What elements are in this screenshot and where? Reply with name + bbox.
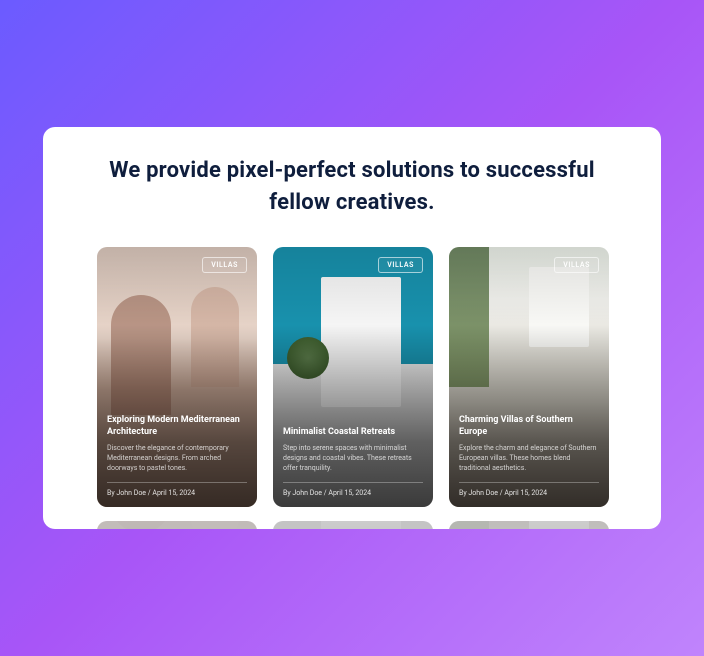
card-content: Exploring Modern Mediterranean Architect… — [107, 415, 247, 497]
villa-card-reflection: VILLAS — [273, 521, 433, 529]
villa-card[interactable]: VILLAS Exploring Modern Mediterranean Ar… — [97, 247, 257, 507]
card-title: Minimalist Coastal Retreats — [283, 427, 423, 439]
page-headline: We provide pixel-perfect solutions to su… — [97, 155, 607, 219]
card-divider — [459, 482, 599, 483]
card-description: Step into serene spaces with minimalist … — [283, 444, 423, 473]
category-badge[interactable]: VILLAS — [554, 257, 599, 273]
card-content: Charming Villas of Southern Europe Explo… — [459, 415, 599, 497]
cards-reflection: VILLAS VILLAS VILLAS — [97, 521, 607, 529]
card-title: Charming Villas of Southern Europe — [459, 415, 599, 438]
content-panel: We provide pixel-perfect solutions to su… — [43, 127, 661, 529]
villa-card[interactable]: VILLAS Minimalist Coastal Retreats Step … — [273, 247, 433, 507]
card-meta: By John Doe / April 15, 2024 — [459, 489, 599, 497]
card-title: Exploring Modern Mediterranean Architect… — [107, 415, 247, 438]
card-meta: By John Doe / April 15, 2024 — [283, 489, 423, 497]
card-meta: By John Doe / April 15, 2024 — [107, 489, 247, 497]
villa-card-reflection: VILLAS — [449, 521, 609, 529]
villa-card-reflection: VILLAS — [97, 521, 257, 529]
villa-card[interactable]: VILLAS Charming Villas of Southern Europ… — [449, 247, 609, 507]
category-badge[interactable]: VILLAS — [378, 257, 423, 273]
category-badge[interactable]: VILLAS — [202, 257, 247, 273]
card-divider — [283, 482, 423, 483]
card-content: Minimalist Coastal Retreats Step into se… — [283, 427, 423, 497]
card-description: Explore the charm and elegance of Southe… — [459, 444, 599, 473]
cards-row: VILLAS Exploring Modern Mediterranean Ar… — [97, 247, 607, 507]
card-description: Discover the elegance of contemporary Me… — [107, 444, 247, 473]
card-divider — [107, 482, 247, 483]
